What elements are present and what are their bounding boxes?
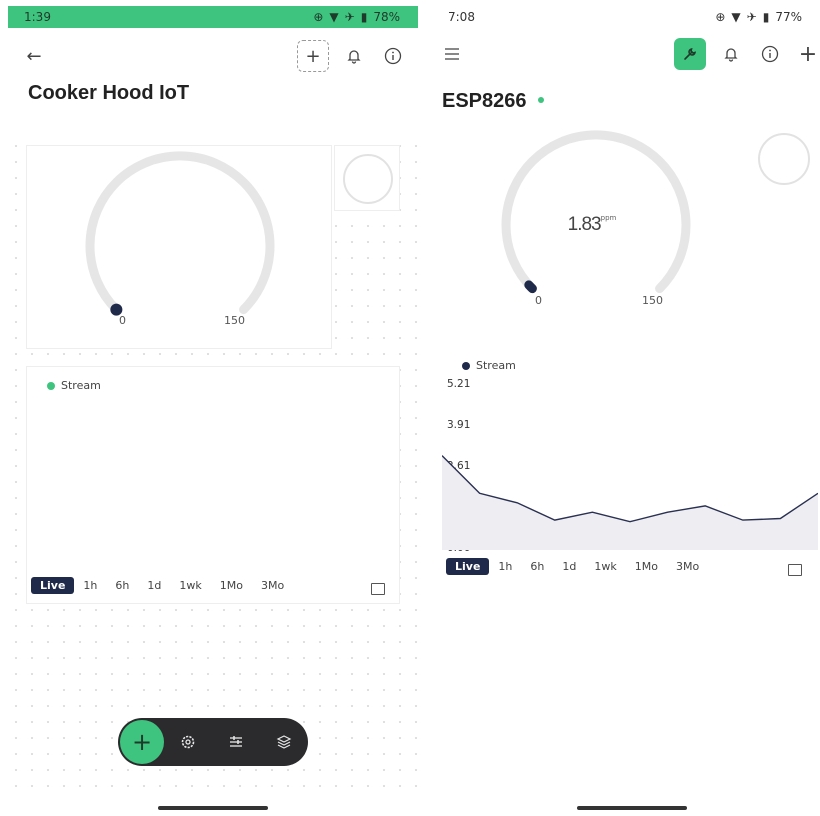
- layers-icon: [276, 735, 292, 749]
- plus-icon: +: [798, 41, 818, 67]
- range-1wk[interactable]: 1wk: [585, 558, 625, 575]
- plus-icon: +: [305, 45, 321, 67]
- legend-label: Stream: [61, 379, 101, 392]
- gauge-min-label: 0: [119, 314, 126, 327]
- top-bar: +: [432, 34, 820, 74]
- range-1h[interactable]: 1h: [489, 558, 521, 575]
- menu-button[interactable]: [436, 38, 468, 70]
- sliders-icon: [230, 736, 242, 747]
- device-title: ESP8266: [442, 90, 527, 112]
- menu-icon: [445, 48, 459, 60]
- time-range-selector: Live 1h 6h 1d 1wk 1Mo 3Mo: [31, 577, 293, 594]
- notifications-button[interactable]: [715, 38, 747, 70]
- gauge-track: [85, 151, 275, 315]
- gauge-widget[interactable]: 0 150: [26, 145, 332, 349]
- wifi-icon: ▼: [731, 10, 741, 24]
- data-saver-icon: ⊕: [313, 10, 324, 24]
- chart-legend: Stream: [462, 359, 516, 372]
- top-bar: ← +: [8, 36, 418, 76]
- legend-label: Stream: [476, 359, 516, 372]
- round-button[interactable]: [343, 154, 393, 204]
- add-widget-fab[interactable]: +: [120, 720, 164, 764]
- gauge-track: [501, 130, 691, 294]
- chart-widget: Stream Live 1h 6h 1d 1wk 1Mo 3Mo: [26, 366, 400, 604]
- back-button[interactable]: ←: [18, 40, 50, 72]
- button-widget[interactable]: [334, 145, 400, 211]
- gauge-min-label: 0: [535, 294, 542, 307]
- edit-toolbar: +: [118, 718, 308, 766]
- battery-icon: ▮: [762, 10, 770, 24]
- range-1wk[interactable]: 1wk: [170, 577, 210, 594]
- online-status-dot: [538, 97, 544, 103]
- round-button[interactable]: [758, 133, 810, 185]
- home-indicator[interactable]: [577, 806, 687, 810]
- status-bar: 1:39 ⊕ ▼ ✈ ▮ 78%: [8, 6, 418, 28]
- airplane-icon: ✈: [344, 10, 355, 24]
- legend-dot: [47, 381, 55, 390]
- time-range-selector: Live 1h 6h 1d 1wk 1Mo 3Mo: [446, 558, 708, 575]
- add-button[interactable]: +: [792, 38, 820, 70]
- airplane-icon: ✈: [746, 10, 757, 24]
- battery-icon: ▮: [360, 10, 368, 24]
- gauge-unit: ppm: [600, 214, 617, 222]
- notifications-button[interactable]: [338, 40, 370, 72]
- range-3mo[interactable]: 3Mo: [252, 577, 293, 594]
- legend-dot: [462, 361, 470, 370]
- range-1mo[interactable]: 1Mo: [211, 577, 252, 594]
- stream-chart: [442, 455, 818, 550]
- bell-icon: [724, 48, 738, 62]
- add-widget-button[interactable]: +: [297, 40, 329, 72]
- gear-icon: [181, 735, 195, 749]
- chart-legend: Stream: [47, 379, 101, 392]
- gauge-max-label: 150: [642, 294, 663, 307]
- wifi-icon: ▼: [329, 10, 339, 24]
- arrow-left-icon: ←: [26, 45, 42, 67]
- page-title: Cooker Hood IoT: [28, 82, 190, 104]
- developer-mode-button[interactable]: [674, 38, 706, 70]
- info-button[interactable]: [377, 40, 409, 72]
- gauge: [85, 151, 275, 316]
- range-1h[interactable]: 1h: [74, 577, 106, 594]
- range-6h[interactable]: 6h: [521, 558, 553, 575]
- range-6h[interactable]: 6h: [106, 577, 138, 594]
- gauge-value: 1.83: [567, 214, 602, 235]
- range-live[interactable]: Live: [31, 577, 75, 594]
- range-3mo[interactable]: 3Mo: [667, 558, 708, 575]
- status-time: 1:39: [24, 10, 51, 24]
- gauge-value-wrap: 1.83ppm: [472, 214, 712, 236]
- home-indicator[interactable]: [158, 806, 268, 810]
- info-icon: [384, 47, 402, 65]
- layers-button[interactable]: [274, 732, 294, 752]
- status-bar: 7:08 ⊕ ▼ ✈ ▮ 77%: [432, 6, 820, 28]
- gauge-max-label: 150: [224, 314, 245, 327]
- range-1mo[interactable]: 1Mo: [626, 558, 667, 575]
- battery-level: 78%: [373, 10, 400, 24]
- plus-icon: +: [131, 728, 153, 756]
- bell-icon: [347, 50, 361, 64]
- chart-area-fill: [442, 455, 818, 550]
- gauge-fill: [524, 280, 537, 294]
- range-1d[interactable]: 1d: [138, 577, 170, 594]
- settings-button[interactable]: [178, 732, 198, 752]
- gauge-widget[interactable]: 1.83ppm 0 150: [472, 128, 712, 318]
- expand-icon[interactable]: [371, 583, 385, 595]
- expand-icon[interactable]: [788, 564, 802, 576]
- sliders-button[interactable]: [226, 732, 246, 752]
- status-time: 7:08: [448, 10, 475, 24]
- right-screen: 7:08 ⊕ ▼ ✈ ▮ 77% + ESP8266 1.83ppm 0 150…: [432, 0, 820, 816]
- wrench-icon: [684, 47, 697, 60]
- battery-level: 77%: [775, 10, 802, 24]
- range-live[interactable]: Live: [446, 558, 490, 575]
- range-1d[interactable]: 1d: [553, 558, 585, 575]
- info-icon: [761, 45, 779, 63]
- left-screen: 1:39 ⊕ ▼ ✈ ▮ 78% ← + Cooker Hood IoT 0 1…: [8, 0, 418, 816]
- info-button[interactable]: [754, 38, 786, 70]
- data-saver-icon: ⊕: [715, 10, 726, 24]
